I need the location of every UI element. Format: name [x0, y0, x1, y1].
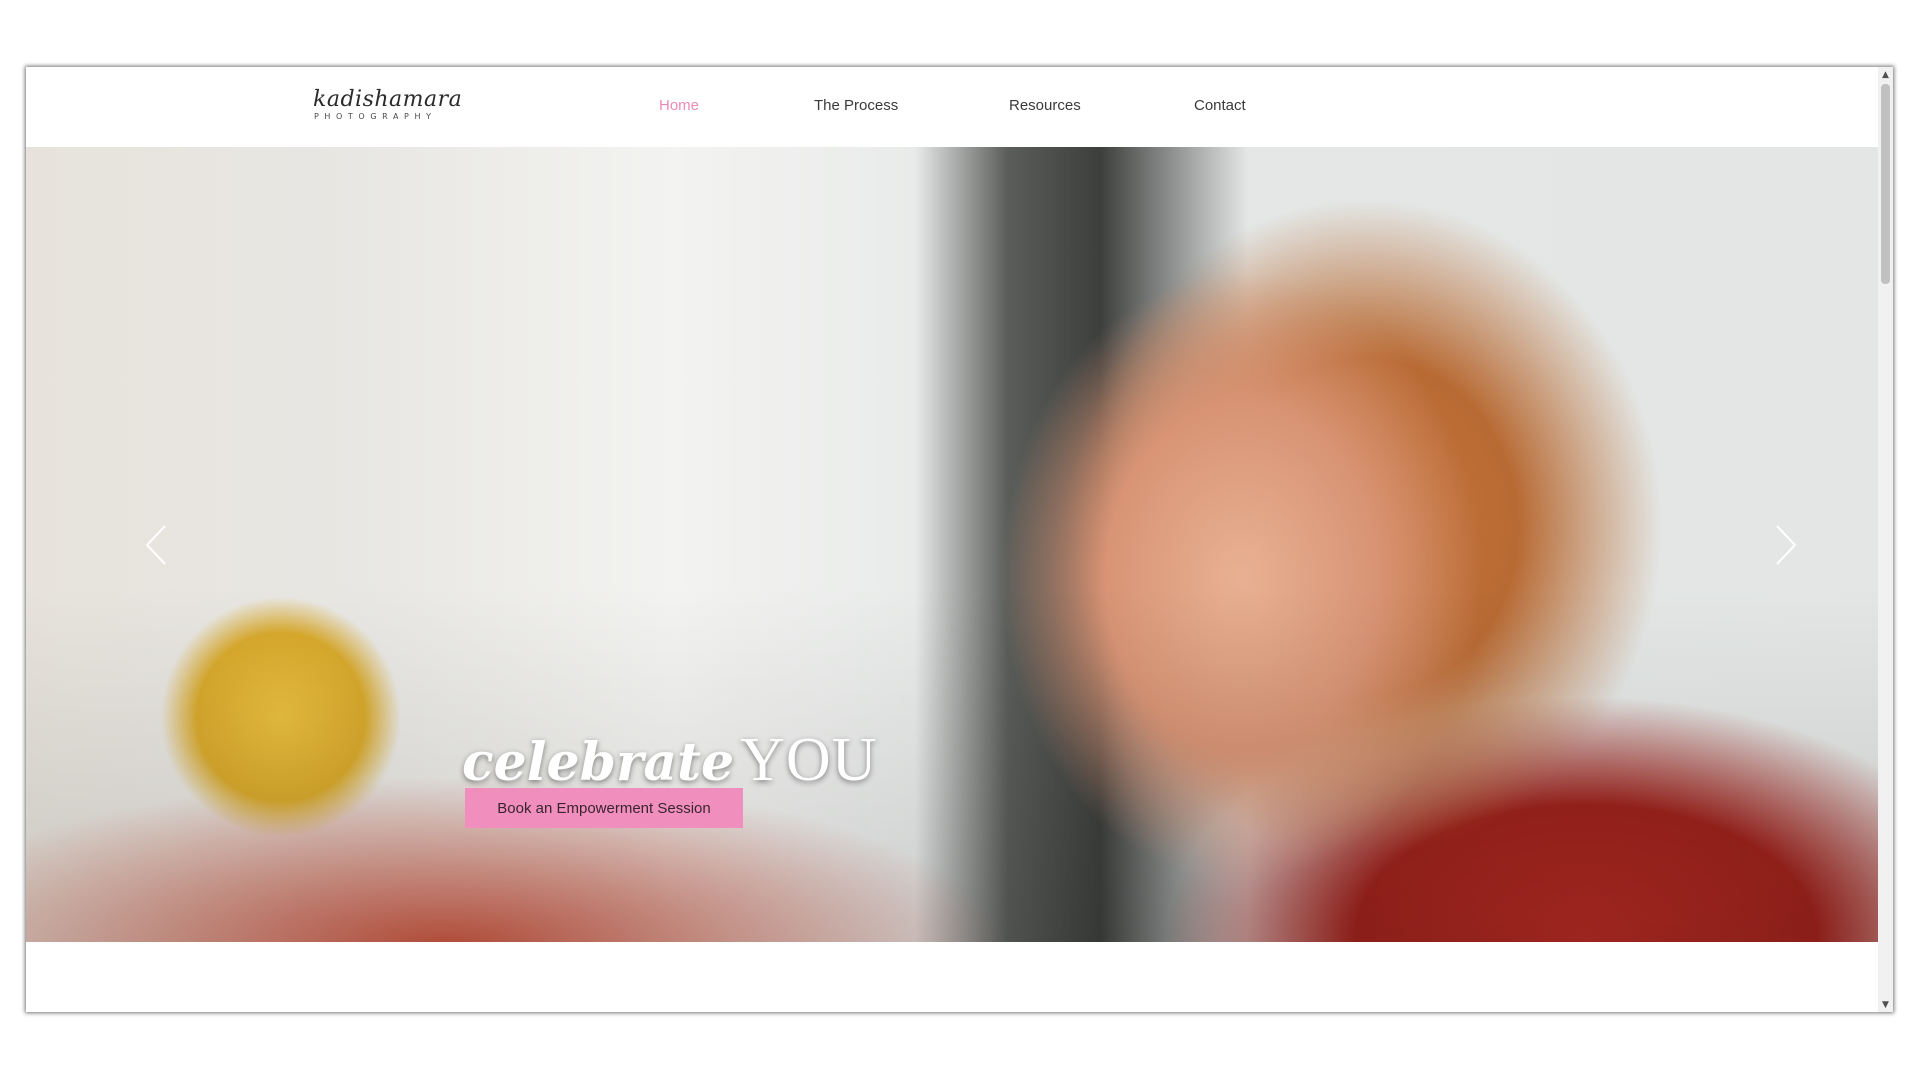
vertical-scrollbar[interactable]: ▲ ▼	[1878, 67, 1893, 1012]
slideshow-next-button[interactable]	[1766, 515, 1806, 575]
scrollbar-thumb[interactable]	[1881, 84, 1890, 284]
nav-item-home[interactable]: Home	[659, 97, 699, 114]
browser-window: kadishamara PHOTOGRAPHY Home The Process…	[26, 67, 1893, 1012]
slideshow-prev-button[interactable]	[136, 515, 176, 575]
page-body	[26, 942, 1878, 1012]
site-header: kadishamara PHOTOGRAPHY Home The Process…	[26, 67, 1878, 147]
hero-slideshow: celebrateYOU Book an Empowerment Session	[26, 147, 1878, 942]
chevron-right-icon	[1776, 525, 1797, 565]
book-session-button[interactable]: Book an Empowerment Session	[465, 788, 743, 828]
nav-item-contact[interactable]: Contact	[1194, 97, 1246, 114]
headline-script: celebrate	[462, 732, 735, 793]
nav-item-resources[interactable]: Resources	[1009, 97, 1081, 114]
scroll-up-arrow-icon[interactable]: ▲	[1878, 67, 1893, 82]
main-nav: Home The Process Resources Contact	[26, 67, 1878, 147]
hero-image	[26, 147, 1878, 942]
headline-caps: YOU	[740, 726, 878, 794]
chevron-left-icon	[145, 525, 166, 565]
nav-item-the-process[interactable]: The Process	[814, 97, 898, 114]
hero-headline: celebrateYOU	[462, 725, 877, 796]
scroll-down-arrow-icon[interactable]: ▼	[1878, 997, 1893, 1012]
